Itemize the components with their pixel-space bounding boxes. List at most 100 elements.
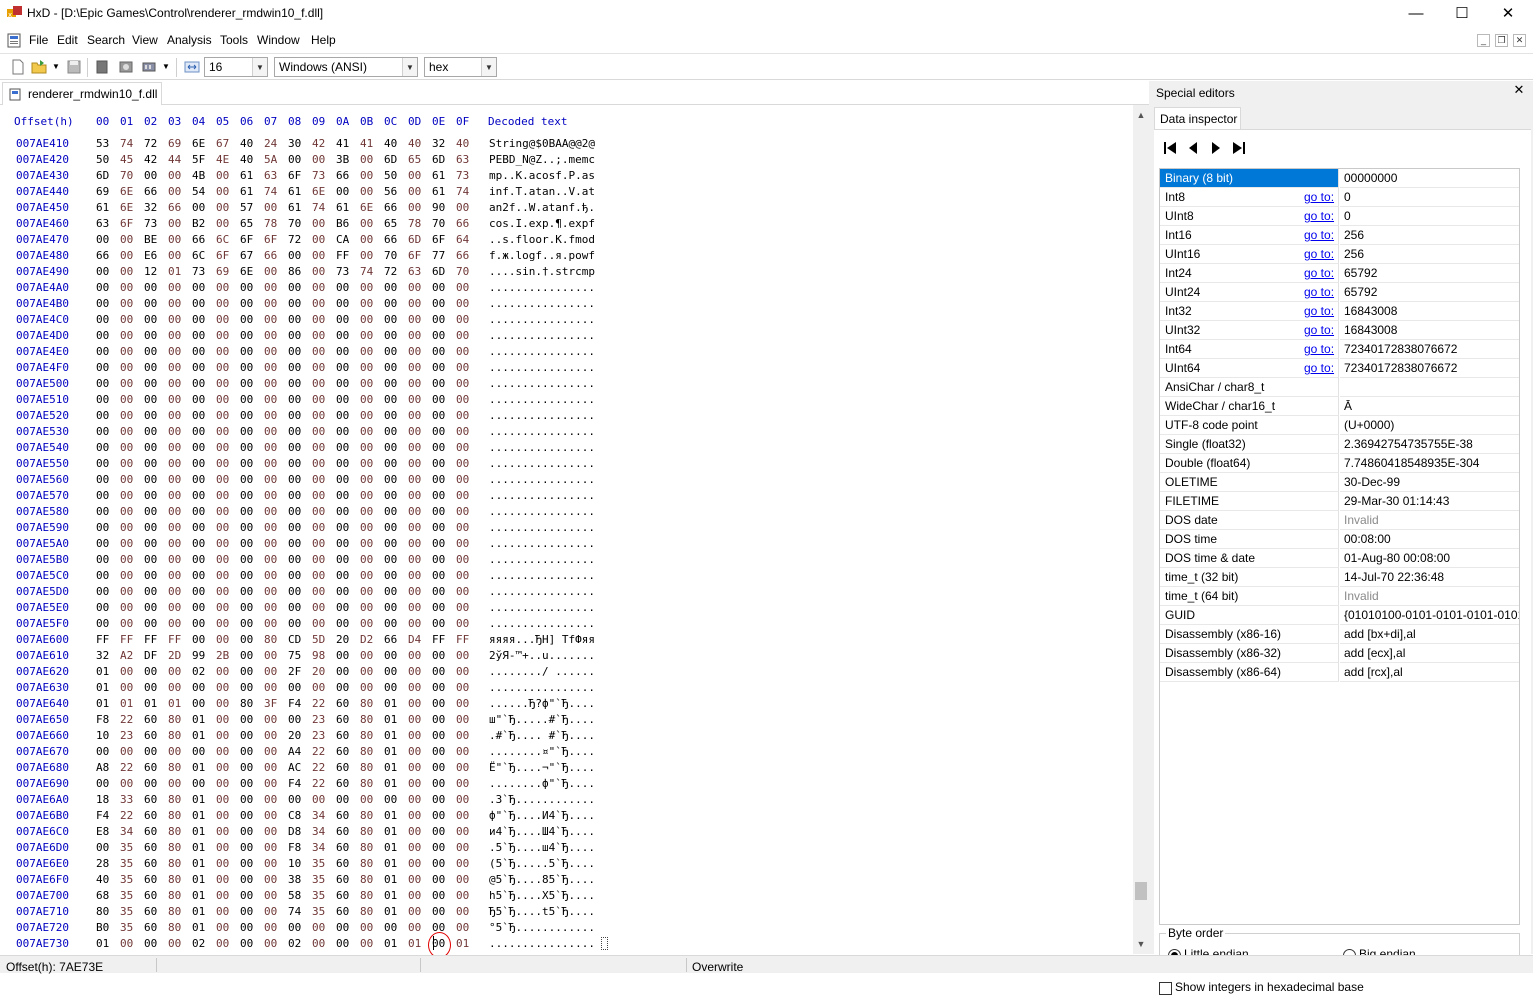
hex-byte[interactable]: 00 (216, 857, 229, 870)
hex-byte[interactable]: 00 (312, 217, 325, 230)
hex-byte[interactable]: 61 (96, 201, 109, 214)
hex-byte[interactable]: 00 (216, 665, 229, 678)
hex-byte[interactable]: 01 (192, 713, 205, 726)
hex-byte[interactable]: 00 (312, 345, 325, 358)
hex-byte[interactable]: CA (336, 233, 349, 246)
hex-byte[interactable]: 00 (288, 585, 301, 598)
hex-byte[interactable]: 00 (264, 761, 277, 774)
inspector-row[interactable]: WideChar / char16_t Ā (1160, 397, 1519, 416)
hex-byte[interactable]: 00 (264, 601, 277, 614)
hex-byte[interactable]: 00 (408, 873, 421, 886)
hex-byte[interactable]: 00 (96, 777, 109, 790)
inspector-value[interactable]: 72340172838076672 (1340, 359, 1519, 378)
hex-byte[interactable]: D2 (360, 633, 373, 646)
hex-byte[interactable]: 00 (96, 841, 109, 854)
hex-row[interactable]: 007AE630 01 00 00 00 00 00 00 00 00 00 00… (0, 681, 1133, 697)
hex-byte[interactable]: 00 (192, 377, 205, 390)
hex-byte[interactable]: 00 (312, 441, 325, 454)
hex-byte[interactable]: 00 (120, 441, 133, 454)
last-icon[interactable] (1231, 140, 1247, 156)
hex-byte[interactable]: 60 (144, 713, 157, 726)
hex-byte[interactable]: 00 (264, 889, 277, 902)
hex-byte[interactable]: 00 (96, 745, 109, 758)
hex-byte[interactable]: 42 (144, 153, 157, 166)
hex-byte[interactable]: 00 (264, 441, 277, 454)
hex-byte[interactable]: 02 (192, 937, 205, 950)
hex-byte[interactable]: 80 (360, 761, 373, 774)
hex-byte[interactable]: 00 (432, 825, 445, 838)
hex-byte[interactable]: 00 (216, 617, 229, 630)
hex-byte[interactable]: 00 (360, 393, 373, 406)
hex-byte[interactable]: 00 (120, 937, 133, 950)
hex-byte[interactable]: 66 (168, 201, 181, 214)
hex-byte[interactable]: 00 (240, 585, 253, 598)
hex-byte[interactable]: 00 (456, 585, 469, 598)
hex-byte[interactable]: E8 (96, 825, 109, 838)
hex-byte[interactable]: 00 (456, 345, 469, 358)
inspector-row[interactable]: AnsiChar / char8_t (1160, 378, 1519, 397)
hex-byte[interactable]: 00 (408, 601, 421, 614)
hex-byte[interactable]: 01 (384, 729, 397, 742)
hex-byte[interactable]: 00 (408, 329, 421, 342)
hex-byte[interactable]: 00 (216, 425, 229, 438)
inspector-value[interactable]: add [bx+di],al (1340, 625, 1519, 644)
hex-byte[interactable]: 73 (336, 265, 349, 278)
hex-row[interactable]: 007AE4C0 00 00 00 00 00 00 00 00 00 00 00… (0, 313, 1133, 329)
hex-byte[interactable]: 35 (312, 905, 325, 918)
hex-byte[interactable]: 6F (432, 233, 445, 246)
hex-byte[interactable]: 80 (168, 793, 181, 806)
inspector-row[interactable]: Single (float32) 2.36942754735755E-38 (1160, 435, 1519, 454)
hex-byte[interactable]: 00 (408, 809, 421, 822)
hex-byte[interactable]: 00 (336, 665, 349, 678)
hex-byte[interactable]: 32 (432, 137, 445, 150)
hex-byte[interactable]: 00 (312, 313, 325, 326)
goto-link[interactable]: go to: (1304, 247, 1334, 261)
hex-byte[interactable]: 60 (144, 809, 157, 822)
row-decoded-text[interactable]: ................ (489, 329, 595, 342)
hex-byte[interactable]: 00 (360, 601, 373, 614)
hex-byte[interactable]: 00 (216, 633, 229, 646)
hex-byte[interactable]: 5F (192, 153, 205, 166)
hex-byte[interactable]: 00 (456, 841, 469, 854)
hex-byte[interactable]: 00 (456, 825, 469, 838)
hex-byte[interactable]: 00 (384, 361, 397, 374)
hex-byte[interactable]: 01 (192, 889, 205, 902)
inspector-value[interactable]: 00:08:00 (1340, 530, 1519, 549)
hex-byte[interactable]: 35 (120, 857, 133, 870)
inspector-row[interactable]: UInt32 go to: 16843008 (1160, 321, 1519, 340)
hex-byte[interactable]: 00 (408, 745, 421, 758)
inspector-value[interactable]: 65792 (1340, 264, 1519, 283)
hex-byte[interactable]: 60 (336, 825, 349, 838)
row-decoded-text[interactable]: ................ (489, 361, 595, 374)
hex-byte[interactable]: 6D (384, 153, 397, 166)
hex-byte[interactable]: 00 (264, 745, 277, 758)
hex-byte[interactable]: 00 (144, 521, 157, 534)
row-decoded-text[interactable]: ................ (489, 281, 595, 294)
hex-byte[interactable]: 00 (96, 425, 109, 438)
hex-byte[interactable]: D4 (408, 633, 421, 646)
hex-byte[interactable]: 60 (336, 777, 349, 790)
inspector-value[interactable]: {01010100-0101-0101-0101-01010 (1340, 606, 1519, 625)
hex-byte[interactable]: 60 (336, 857, 349, 870)
hex-byte[interactable]: 00 (432, 729, 445, 742)
hex-byte[interactable]: FF (144, 633, 157, 646)
hex-byte[interactable]: 61 (288, 201, 301, 214)
hex-byte[interactable]: 32 (96, 649, 109, 662)
hex-row[interactable]: 007AE420 50 45 42 44 5F 4E 40 5A 00 00 3B… (0, 153, 1133, 169)
hex-byte[interactable]: 00 (240, 313, 253, 326)
hex-byte[interactable]: 00 (312, 505, 325, 518)
hex-byte[interactable]: 00 (144, 505, 157, 518)
hex-byte[interactable]: 00 (408, 473, 421, 486)
hex-byte[interactable]: 00 (264, 489, 277, 502)
hex-byte[interactable]: 00 (456, 553, 469, 566)
disk-icon[interactable] (118, 59, 134, 75)
inspector-value[interactable]: 256 (1340, 226, 1519, 245)
hex-row[interactable]: 007AE6C0 E8 34 60 80 01 00 00 00 D8 34 60… (0, 825, 1133, 841)
hex-byte[interactable]: 00 (144, 457, 157, 470)
menu-edit[interactable]: Edit (57, 33, 78, 47)
hex-byte[interactable]: 00 (360, 921, 373, 934)
hex-row[interactable]: 007AE640 01 01 01 01 00 00 80 3F F4 22 60… (0, 697, 1133, 713)
hex-byte[interactable]: 54 (192, 185, 205, 198)
hex-byte[interactable]: 00 (264, 841, 277, 854)
hex-byte[interactable]: FF (336, 249, 349, 262)
